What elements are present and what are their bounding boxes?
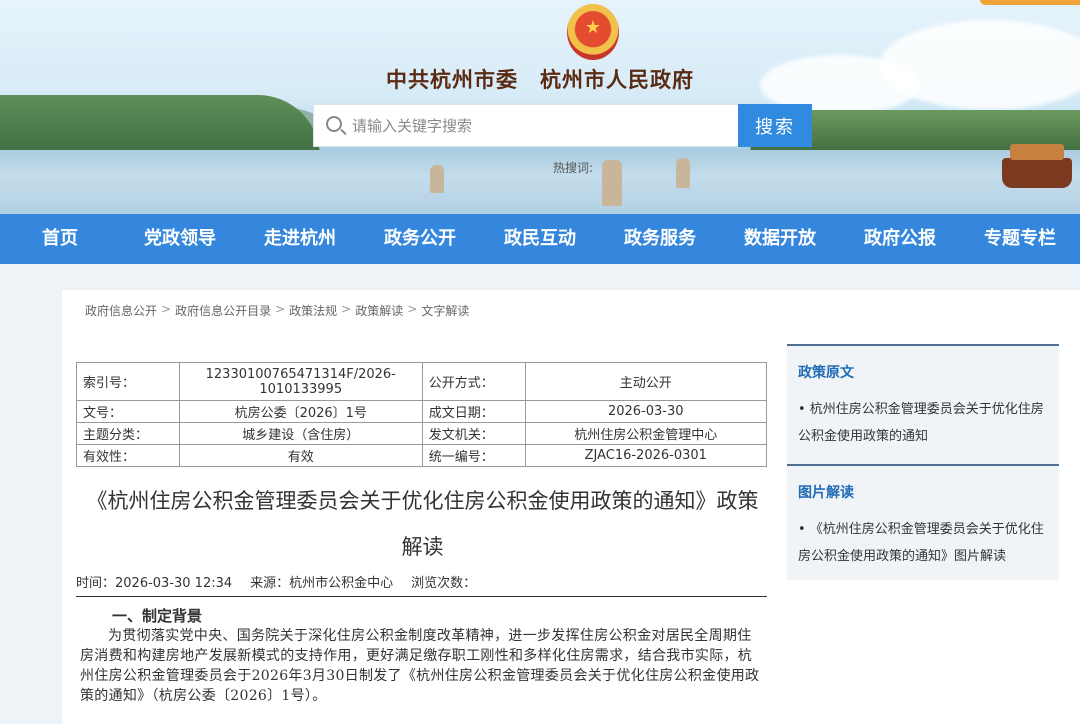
article-info: 时间：2026-03-30 12:34 来源：杭州市公积金中心 浏览次数： <box>76 572 476 591</box>
main-nav: 首页 党政领导 走进杭州 政务公开 政民互动 政务服务 数据开放 政府公报 专题… <box>0 214 1080 264</box>
emblem-star: ★ <box>584 17 602 38</box>
article-source: 来源：杭州市公积金中心 <box>250 576 394 591</box>
search-button[interactable]: 搜索 <box>738 104 812 147</box>
article-title: 《杭州住房公积金管理委员会关于优化住房公积金使用政策的通知》政策解读 <box>86 489 759 559</box>
meta-value: 12330100765471314F/2026-1010133995 <box>178 362 423 401</box>
meta-value: 主动公开 <box>524 362 767 401</box>
meta-value: 杭房公委〔2026〕1号 <box>178 400 423 423</box>
breadcrumb-separator: > <box>275 302 286 316</box>
shore-decoration <box>0 95 320 157</box>
metadata-table: 索引号： 12330100765471314F/2026-1010133995 … <box>76 362 767 467</box>
stone-pagoda <box>676 158 690 188</box>
stone-pagoda <box>602 160 622 206</box>
sidebar-link[interactable]: • 《杭州住房公积金管理委员会关于优化住房公积金使用政策的通知》图片解读 <box>798 516 1053 570</box>
breadcrumb-item[interactable]: 政府信息公开目录 <box>175 302 271 319</box>
meta-value: 杭州住房公积金管理中心 <box>524 422 767 445</box>
table-row: 有效性： 有效 统一编号： ZJAC16-2026-0301 <box>76 444 767 467</box>
stone-pagoda <box>430 165 444 193</box>
sidebar-heading: 政策原文 <box>798 365 854 381</box>
meta-value: 2026-03-30 <box>524 400 767 423</box>
article-paragraph: 为贯彻落实党中央、国务院关于深化住房公积金制度改革精神，进一步发挥住房公积金对居… <box>80 628 760 704</box>
breadcrumb: 政府信息公开 > 政府信息公开目录 > 政策法规 > 政策解读 > 文字解读 <box>85 302 469 319</box>
nav-item-services[interactable]: 政务服务 <box>600 214 720 264</box>
nav-item-home[interactable]: 首页 <box>0 214 120 264</box>
header-banner: ★ 中共杭州市委 杭州市人民政府 搜索 热搜词: <box>0 0 1080 214</box>
nav-item-topics[interactable]: 专题专栏 <box>960 214 1080 264</box>
table-row: 文号： 杭房公委〔2026〕1号 成文日期： 2026-03-30 <box>76 400 767 423</box>
breadcrumb-item[interactable]: 政策解读 <box>355 302 403 319</box>
breadcrumb-item[interactable]: 文字解读 <box>421 302 469 319</box>
meta-key: 公开方式： <box>421 362 526 401</box>
nav-item-about-hangzhou[interactable]: 走进杭州 <box>240 214 360 264</box>
meta-key: 发文机关： <box>421 422 526 445</box>
nav-item-gazette[interactable]: 政府公报 <box>840 214 960 264</box>
divider <box>76 596 767 597</box>
national-emblem-icon: ★ <box>567 4 619 60</box>
meta-value: 有效 <box>178 444 423 467</box>
meta-key: 文号： <box>76 400 180 423</box>
breadcrumb-item[interactable]: 政府信息公开 <box>85 302 157 319</box>
meta-key: 有效性： <box>76 444 180 467</box>
search-icon <box>326 116 342 132</box>
sidebar-picture-reading: 图片解读 • 《杭州住房公积金管理委员会关于优化住房公积金使用政策的通知》图片解… <box>787 464 1059 580</box>
hot-search-label: 热搜词: <box>553 161 594 175</box>
meta-key: 统一编号： <box>421 444 526 467</box>
sidebar-heading: 图片解读 <box>798 485 854 501</box>
meta-key: 索引号： <box>76 362 180 401</box>
nav-item-gov-open[interactable]: 政务公开 <box>360 214 480 264</box>
lake-water <box>0 150 1080 214</box>
section-heading: 一、制定背景 <box>112 607 203 625</box>
nav-item-leaders[interactable]: 党政领导 <box>120 214 240 264</box>
search-box <box>313 104 739 147</box>
nav-item-interaction[interactable]: 政民互动 <box>480 214 600 264</box>
table-row: 主题分类： 城乡建设（含住房） 发文机关： 杭州住房公积金管理中心 <box>76 422 767 445</box>
sidebar-policy-original: 政策原文 • 杭州住房公积金管理委员会关于优化住房公积金使用政策的通知 <box>787 344 1059 464</box>
breadcrumb-separator: > <box>161 302 172 316</box>
boat-decoration <box>1002 144 1072 188</box>
breadcrumb-separator: > <box>407 302 418 316</box>
breadcrumb-item[interactable]: 政策法规 <box>289 302 337 319</box>
search-input[interactable] <box>352 113 732 139</box>
nav-item-open-data[interactable]: 数据开放 <box>720 214 840 264</box>
meta-key: 主题分类： <box>76 422 180 445</box>
meta-value: ZJAC16-2026-0301 <box>524 444 767 467</box>
breadcrumb-separator: > <box>341 302 352 316</box>
sidebar-link[interactable]: • 杭州住房公积金管理委员会关于优化住房公积金使用政策的通知 <box>798 396 1053 450</box>
view-count: 浏览次数： <box>411 576 477 591</box>
meta-key: 成文日期： <box>421 400 526 423</box>
site-title: 中共杭州市委 杭州市人民政府 <box>386 67 694 92</box>
meta-value: 城乡建设（含住房） <box>178 422 423 445</box>
publish-time: 时间：2026-03-30 12:34 <box>76 576 233 591</box>
corner-tab[interactable] <box>980 0 1080 5</box>
table-row: 索引号： 12330100765471314F/2026-1010133995 … <box>76 362 767 401</box>
